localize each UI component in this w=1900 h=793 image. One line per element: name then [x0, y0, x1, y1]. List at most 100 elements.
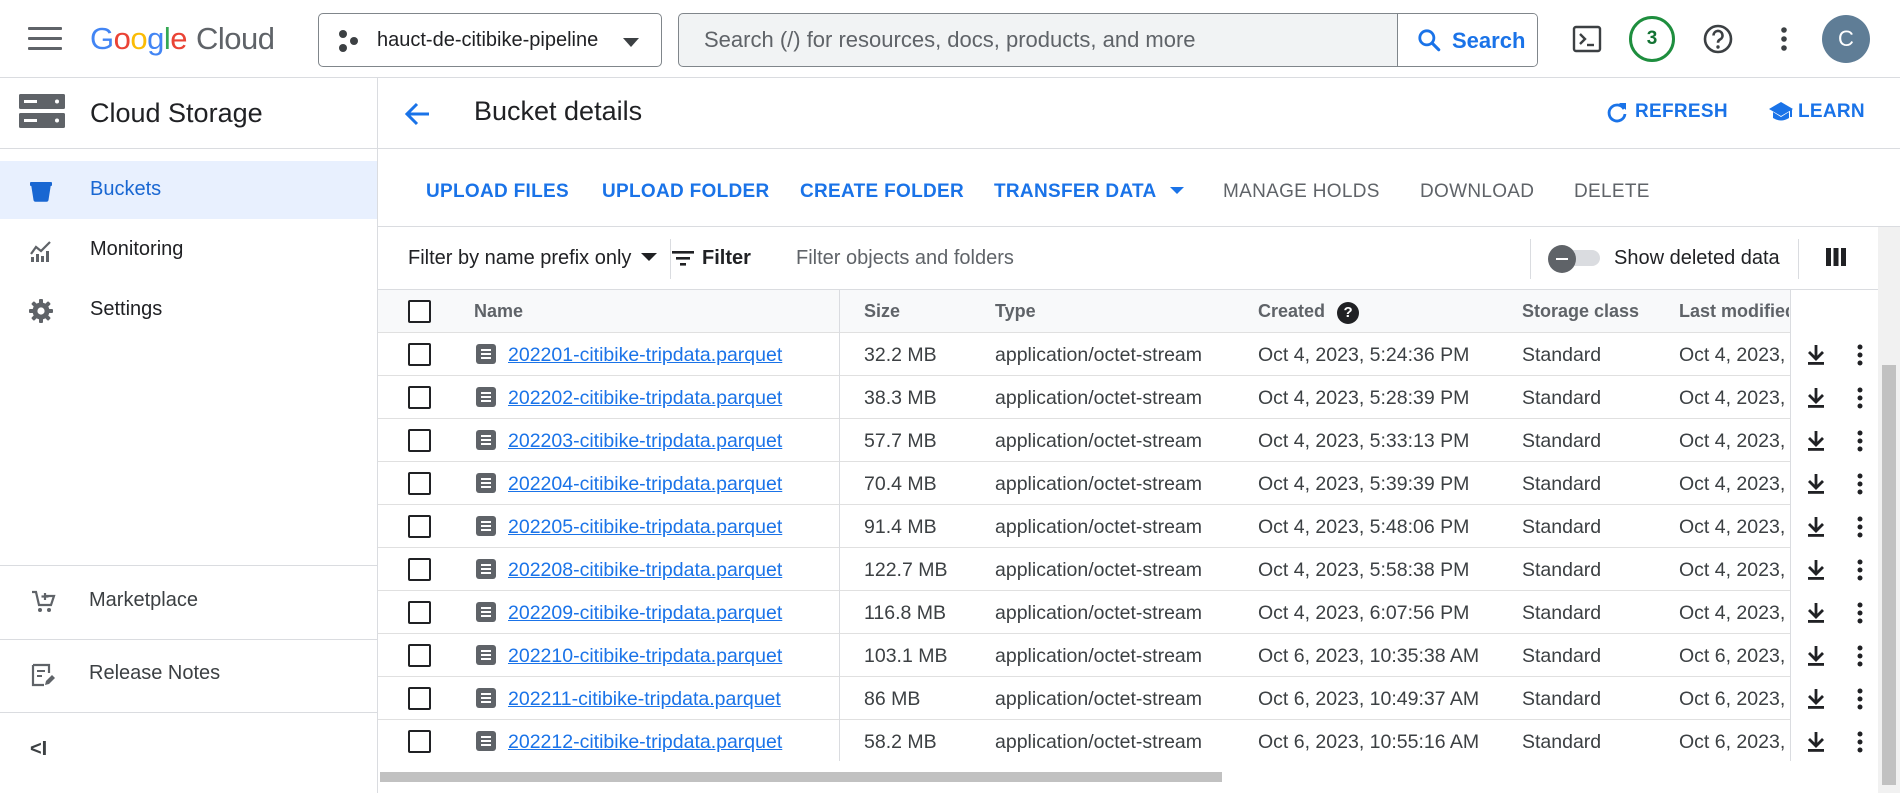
more-vert-icon[interactable]	[1848, 472, 1872, 496]
column-header-storage-class[interactable]: Storage class	[1522, 301, 1639, 322]
download-icon[interactable]	[1804, 515, 1828, 539]
sidebar-item-settings[interactable]: Settings	[0, 281, 377, 339]
more-vert-icon[interactable]	[1848, 558, 1872, 582]
download-icon[interactable]	[1804, 601, 1828, 625]
chevron-down-icon	[641, 253, 658, 261]
help-icon[interactable]	[1701, 22, 1735, 56]
row-actions	[378, 677, 1878, 720]
logo-letter: o	[130, 21, 148, 56]
horizontal-scroll-thumb[interactable]	[380, 772, 1222, 782]
download-icon[interactable]	[1804, 386, 1828, 410]
notification-badge[interactable]: 3	[1629, 16, 1675, 62]
help-icon[interactable]: ?	[1337, 302, 1360, 324]
column-header-last-modified[interactable]: Last modified	[1679, 301, 1789, 322]
logo-letter: e	[170, 21, 188, 56]
search-input[interactable]	[679, 14, 1399, 66]
school-icon	[1769, 102, 1793, 121]
cloud-shell-icon[interactable]	[1570, 22, 1604, 56]
delete-button[interactable]: DELETE	[1574, 181, 1650, 203]
download-icon[interactable]	[1804, 472, 1828, 496]
filter-button[interactable]: Filter	[672, 247, 751, 270]
filter-mode-dropdown[interactable]: Filter by name prefix only	[408, 247, 658, 270]
more-vert-icon[interactable]	[1848, 343, 1872, 367]
sidebar-item-release-notes[interactable]: Release Notes	[0, 645, 377, 703]
row-actions	[378, 634, 1878, 677]
transfer-data-button[interactable]: TRANSFER DATA	[994, 181, 1184, 203]
download-icon[interactable]	[1804, 558, 1828, 582]
logo-google-text: Google	[90, 21, 188, 56]
download-icon[interactable]	[1804, 730, 1828, 754]
more-vert-icon[interactable]	[1848, 601, 1872, 625]
more-vert-icon[interactable]	[1848, 730, 1872, 754]
search-icon	[1418, 29, 1441, 52]
learn-label: LEARN	[1798, 101, 1865, 122]
search-button-label: Search	[1452, 28, 1526, 53]
row-actions	[378, 591, 1878, 634]
more-vert-icon[interactable]	[1848, 515, 1872, 539]
more-vert-icon[interactable]	[1848, 687, 1872, 711]
select-all-checkbox[interactable]	[408, 300, 431, 323]
sidebar-item-label: Settings	[90, 298, 163, 320]
more-vert-icon[interactable]	[1848, 429, 1872, 453]
action-bar: UPLOAD FILES UPLOAD FOLDER CREATE FOLDER…	[378, 149, 1900, 227]
column-header-size[interactable]: Size	[864, 301, 900, 322]
sidebar-title: Cloud Storage	[90, 98, 263, 128]
sidebar-item-buckets[interactable]: Buckets	[0, 161, 377, 219]
download-icon[interactable]	[1804, 429, 1828, 453]
column-header-name[interactable]: Name	[474, 301, 523, 322]
download-icon[interactable]	[1804, 343, 1828, 367]
more-vert-icon[interactable]	[1767, 22, 1801, 56]
table-header-row: Name Size Type Created? Storage class La…	[378, 290, 1878, 333]
project-selector[interactable]: hauct-de-citibike-pipeline	[318, 13, 662, 67]
row-actions	[378, 720, 1878, 761]
upload-folder-button[interactable]: UPLOAD FOLDER	[602, 181, 770, 203]
page-title: Bucket details	[474, 96, 643, 126]
refresh-label: REFRESH	[1635, 101, 1728, 122]
divider	[670, 239, 671, 279]
column-header-created[interactable]: Created?	[1258, 301, 1360, 324]
bucket-icon	[30, 182, 52, 202]
gear-icon	[29, 299, 53, 323]
notes-icon	[31, 663, 55, 687]
filter-list-icon	[672, 251, 694, 266]
vertical-scrollbar[interactable]	[1878, 227, 1900, 793]
more-vert-icon[interactable]	[1848, 644, 1872, 668]
download-icon[interactable]	[1804, 644, 1828, 668]
sidebar-item-marketplace[interactable]: Marketplace	[0, 572, 377, 630]
sidebar-item-label: Release Notes	[89, 662, 221, 684]
google-cloud-logo[interactable]: Google Cloud	[90, 21, 275, 57]
avatar[interactable]: C	[1822, 15, 1870, 63]
collapse-sidebar-button[interactable]: <I	[30, 738, 47, 761]
sidebar-item-label: Marketplace	[89, 589, 198, 611]
download-button[interactable]: DOWNLOAD	[1420, 181, 1534, 203]
row-actions	[378, 462, 1878, 505]
divider	[0, 639, 377, 640]
cart-icon	[32, 590, 56, 612]
download-icon[interactable]	[1804, 687, 1828, 711]
show-deleted-label: Show deleted data	[1614, 247, 1780, 269]
objects-table: Name Size Type Created? Storage class La…	[378, 289, 1878, 761]
search-bar: Search	[678, 13, 1538, 67]
filter-input[interactable]	[796, 239, 1396, 277]
menu-icon[interactable]	[28, 27, 62, 51]
search-button[interactable]: Search	[1397, 14, 1537, 66]
logo-letter: o	[113, 21, 131, 56]
sidebar: Cloud Storage Buckets Monitoring Setting…	[0, 78, 378, 793]
divider	[1798, 239, 1799, 279]
divider	[1530, 239, 1531, 279]
chevron-down-icon	[623, 38, 639, 47]
transfer-data-label: TRANSFER DATA	[994, 181, 1157, 202]
chevron-down-icon	[1169, 187, 1184, 194]
sidebar-item-monitoring[interactable]: Monitoring	[0, 221, 377, 279]
more-vert-icon[interactable]	[1848, 386, 1872, 410]
vertical-scroll-thumb[interactable]	[1882, 365, 1896, 785]
manage-holds-button[interactable]: MANAGE HOLDS	[1223, 181, 1380, 203]
create-folder-button[interactable]: CREATE FOLDER	[800, 181, 964, 203]
back-arrow-icon[interactable]	[404, 100, 432, 128]
show-deleted-toggle[interactable]	[1548, 245, 1600, 273]
column-header-type[interactable]: Type	[995, 301, 1036, 322]
column-display-icon[interactable]	[1826, 247, 1846, 267]
upload-files-button[interactable]: UPLOAD FILES	[426, 181, 569, 203]
horizontal-scrollbar[interactable]	[378, 770, 1878, 784]
created-label: Created	[1258, 301, 1326, 321]
